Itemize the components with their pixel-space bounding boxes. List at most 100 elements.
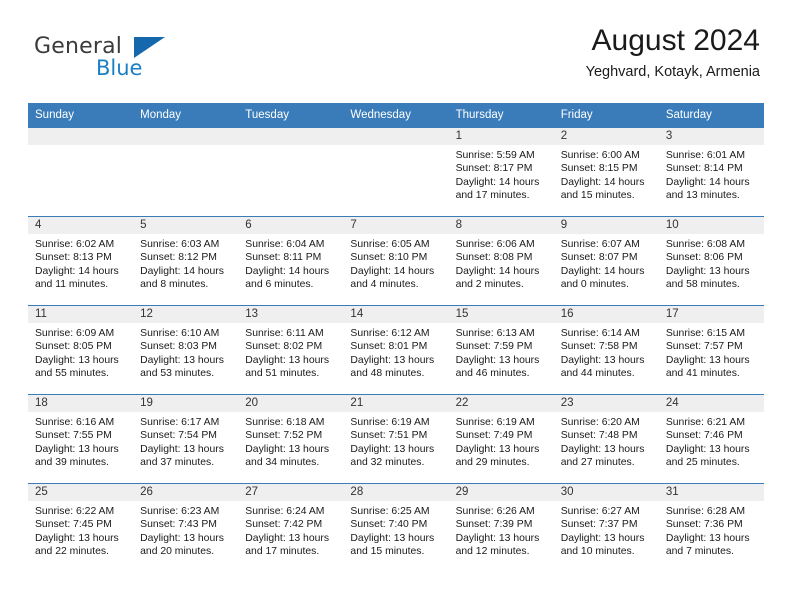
calendar-page: General Blue August 2024 Yeghvard, Kotay… — [0, 0, 792, 612]
day-number: 15 — [448, 306, 554, 323]
calendar-day-cell[interactable]: 11 Sunrise: 6:09 AM Sunset: 8:05 PM Dayligh… — [28, 305, 134, 395]
sunrise-text: Sunrise: 6:20 AM — [560, 417, 640, 428]
day-number: 22 — [448, 395, 554, 412]
calendar-week-row: 18 Sunrise: 6:16 AM Sunset: 7:55 PM Dayligh… — [28, 394, 764, 484]
weekday-header-row: Sunday Monday Tuesday Wednesday Thursday… — [28, 103, 764, 128]
sunset-text: Sunset: 8:17 PM — [455, 163, 533, 175]
calendar-day-cell[interactable]: 5 Sunrise: 6:03 AM Sunset: 8:12 PM Daylight… — [133, 216, 239, 306]
page-title: August 2024 — [591, 24, 760, 57]
day-details: Sunrise: 6:10 AM Sunset: 8:03 PM Daylight:… — [133, 323, 238, 381]
day-number: 12 — [133, 306, 239, 323]
sunset-text: Sunset: 7:43 PM — [140, 519, 217, 531]
sunset-text: Sunset: 7:39 PM — [455, 519, 533, 531]
weekday-header-wednesday: Wednesday — [343, 103, 449, 128]
calendar-day-cell[interactable]: 8 Sunrise: 6:06 AM Sunset: 8:08 PM Daylight… — [448, 216, 554, 306]
calendar-day-cell[interactable]: 27 Sunrise: 6:24 AM Sunset: 7:42 PM Dayligh… — [238, 483, 344, 572]
daylight-text-line1: Daylight: 14 hours — [560, 176, 645, 188]
day-number: 28 — [343, 484, 449, 501]
calendar-day-cell[interactable]: 13 Sunrise: 6:11 AM Sunset: 8:02 PM Dayligh… — [238, 305, 344, 395]
calendar-day-cell[interactable]: 26 Sunrise: 6:23 AM Sunset: 7:43 PM Dayligh… — [133, 483, 239, 572]
daylight-text-line1: Daylight: 14 hours — [350, 265, 435, 277]
daylight-text-line1: Daylight: 13 hours — [350, 443, 435, 455]
daylight-text-line1: Daylight: 13 hours — [35, 532, 119, 544]
day-details: Sunrise: 6:06 AM Sunset: 8:08 PM Daylight:… — [449, 234, 554, 292]
sunrise-text: Sunrise: 6:28 AM — [665, 506, 745, 517]
sunrise-text: Sunrise: 6:27 AM — [560, 506, 640, 517]
sunset-text: Sunset: 8:02 PM — [245, 341, 323, 353]
calendar-day-cell[interactable]: 24 Sunrise: 6:21 AM Sunset: 7:46 PM Dayligh… — [658, 394, 764, 484]
sunset-text: Sunset: 7:49 PM — [455, 430, 533, 442]
calendar-day-cell[interactable]: 1 Sunrise: 5:59 AM Sunset: 8:17 PM Daylight… — [448, 127, 554, 217]
calendar-day-cell[interactable]: 22 Sunrise: 6:19 AM Sunset: 7:49 PM Dayligh… — [448, 394, 554, 484]
day-number: 8 — [448, 217, 554, 234]
day-details: Sunrise: 6:20 AM Sunset: 7:48 PM Daylight:… — [554, 412, 659, 470]
day-details: Sunrise: 6:03 AM Sunset: 8:12 PM Daylight:… — [133, 234, 238, 292]
day-details: Sunrise: 6:19 AM Sunset: 7:49 PM Daylight:… — [449, 412, 554, 470]
day-number: 20 — [238, 395, 344, 412]
daylight-text-line1: Daylight: 14 hours — [560, 265, 645, 277]
day-number: 6 — [238, 217, 344, 234]
calendar-day-cell[interactable]: 14 Sunrise: 6:12 AM Sunset: 8:01 PM Dayligh… — [343, 305, 449, 395]
calendar-day-cell[interactable]: 20 Sunrise: 6:18 AM Sunset: 7:52 PM Dayligh… — [238, 394, 344, 484]
daylight-text-line1: Daylight: 14 hours — [245, 265, 330, 277]
calendar-day-cell[interactable]: 15 Sunrise: 6:13 AM Sunset: 7:59 PM Dayligh… — [448, 305, 554, 395]
sunset-text: Sunset: 8:12 PM — [140, 252, 217, 264]
day-number: 25 — [28, 484, 134, 501]
calendar-day-cell[interactable]: 19 Sunrise: 6:17 AM Sunset: 7:54 PM Dayligh… — [133, 394, 239, 484]
calendar-day-cell[interactable]: 21 Sunrise: 6:19 AM Sunset: 7:51 PM Dayligh… — [343, 394, 449, 484]
triangle-icon — [134, 37, 165, 58]
day-details: Sunrise: 6:27 AM Sunset: 7:37 PM Daylight:… — [554, 501, 659, 559]
calendar-week-row: 11 Sunrise: 6:09 AM Sunset: 8:05 PM Dayligh… — [28, 305, 764, 395]
day-number: 7 — [343, 217, 449, 234]
sunrise-text: Sunrise: 6:04 AM — [245, 239, 325, 250]
sunset-text: Sunset: 7:55 PM — [35, 430, 112, 442]
day-number: 27 — [238, 484, 344, 501]
calendar-day-cell[interactable]: 29 Sunrise: 6:26 AM Sunset: 7:39 PM Dayligh… — [448, 483, 554, 572]
calendar-day-cell[interactable]: 17 Sunrise: 6:15 AM Sunset: 7:57 PM Dayligh… — [658, 305, 764, 395]
sunrise-text: Sunrise: 6:18 AM — [245, 417, 325, 428]
sunset-text: Sunset: 8:03 PM — [140, 341, 217, 353]
calendar-day-cell[interactable]: 31 Sunrise: 6:28 AM Sunset: 7:36 PM Dayligh… — [658, 483, 764, 572]
calendar-body: 1 Sunrise: 5:59 AM Sunset: 8:17 PM Daylight… — [28, 127, 764, 572]
calendar-day-cell[interactable]: 18 Sunrise: 6:16 AM Sunset: 7:55 PM Dayligh… — [28, 394, 134, 484]
calendar-day-cell[interactable]: 28 Sunrise: 6:25 AM Sunset: 7:40 PM Dayligh… — [343, 483, 449, 572]
daylight-text-line2: and 8 minutes. — [140, 279, 209, 291]
day-details: Sunrise: 6:26 AM Sunset: 7:39 PM Daylight:… — [449, 501, 554, 559]
day-number: 1 — [448, 128, 554, 145]
calendar-day-cell[interactable]: 6 Sunrise: 6:04 AM Sunset: 8:11 PM Daylight… — [238, 216, 344, 306]
day-details: Sunrise: 6:22 AM Sunset: 7:45 PM Daylight:… — [28, 501, 133, 559]
calendar-day-cell[interactable]: 30 Sunrise: 6:27 AM Sunset: 7:37 PM Dayligh… — [553, 483, 659, 572]
calendar-day-cell[interactable]: 2 Sunrise: 6:00 AM Sunset: 8:15 PM Daylight… — [553, 127, 659, 217]
calendar-day-cell[interactable]: 25 Sunrise: 6:22 AM Sunset: 7:45 PM Dayligh… — [28, 483, 134, 572]
daylight-text-line1: Daylight: 13 hours — [245, 532, 330, 544]
day-details: Sunrise: 6:02 AM Sunset: 8:13 PM Daylight:… — [28, 234, 133, 292]
calendar-day-cell[interactable]: 12 Sunrise: 6:10 AM Sunset: 8:03 PM Dayligh… — [133, 305, 239, 395]
day-details: Sunrise: 6:13 AM Sunset: 7:59 PM Daylight:… — [449, 323, 554, 381]
day-details: Sunrise: 6:15 AM Sunset: 7:57 PM Daylight:… — [659, 323, 764, 381]
weekday-header-tuesday: Tuesday — [238, 103, 344, 128]
calendar-day-cell[interactable]: 7 Sunrise: 6:05 AM Sunset: 8:10 PM Daylight… — [343, 216, 449, 306]
brand-logo[interactable]: General Blue — [34, 34, 224, 82]
daylight-text-line1: Daylight: 13 hours — [245, 443, 330, 455]
calendar-day-cell[interactable]: 4 Sunrise: 6:02 AM Sunset: 8:13 PM Daylight… — [28, 216, 134, 306]
day-number: 9 — [553, 217, 659, 234]
day-details: Sunrise: 6:28 AM Sunset: 7:36 PM Daylight:… — [659, 501, 764, 559]
weekday-header-thursday: Thursday — [448, 103, 554, 128]
day-details: Sunrise: 6:11 AM Sunset: 8:02 PM Daylight:… — [238, 323, 343, 381]
day-details: Sunrise: 6:23 AM Sunset: 7:43 PM Daylight:… — [133, 501, 238, 559]
sunset-text: Sunset: 8:11 PM — [245, 252, 322, 264]
calendar-day-cell[interactable]: 9 Sunrise: 6:07 AM Sunset: 8:07 PM Daylight… — [553, 216, 659, 306]
sunset-text: Sunset: 7:48 PM — [560, 430, 638, 442]
daylight-text-line1: Daylight: 14 hours — [455, 176, 540, 188]
weekday-header-saturday: Saturday — [658, 103, 764, 128]
calendar-day-cell[interactable]: 10 Sunrise: 6:08 AM Sunset: 8:06 PM Dayligh… — [658, 216, 764, 306]
daylight-text-line2: and 22 minutes. — [35, 546, 109, 558]
calendar-day-cell[interactable]: 16 Sunrise: 6:14 AM Sunset: 7:58 PM Dayligh… — [553, 305, 659, 395]
day-details: Sunrise: 6:08 AM Sunset: 8:06 PM Daylight:… — [659, 234, 764, 292]
calendar-day-cell[interactable]: 23 Sunrise: 6:20 AM Sunset: 7:48 PM Dayligh… — [553, 394, 659, 484]
daylight-text-line2: and 32 minutes. — [350, 457, 425, 469]
calendar-day-cell[interactable]: 3 Sunrise: 6:01 AM Sunset: 8:14 PM Daylight… — [658, 127, 764, 217]
day-details: Sunrise: 6:12 AM Sunset: 8:01 PM Daylight:… — [343, 323, 448, 381]
day-number: 3 — [658, 128, 764, 145]
daylight-text-line2: and 48 minutes. — [350, 368, 425, 380]
